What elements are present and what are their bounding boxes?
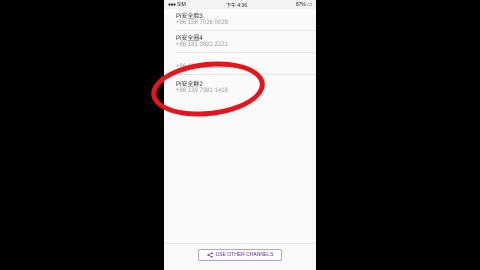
contact-number: +86 158 7026 0029 xyxy=(176,20,228,26)
phone-screen: ●●● SIM 下午 4:36 87% ▭ Pi安全脸3 +86 158 702… xyxy=(164,0,316,270)
status-bar: ●●● SIM 下午 4:36 87% ▭ xyxy=(164,0,316,9)
use-other-channels-button[interactable]: USE OTHER CHANNELS xyxy=(198,249,282,261)
carrier-label: SIM xyxy=(176,2,186,8)
footer-divider xyxy=(164,243,316,244)
contact-number: +86 181 3822 2221 xyxy=(176,42,228,48)
use-other-channels-label: USE OTHER CHANNELS xyxy=(215,252,274,258)
signal-indicator: ●●● SIM xyxy=(168,2,186,8)
status-time: 下午 4:36 xyxy=(226,3,248,9)
battery-percent: 87% xyxy=(295,2,306,8)
signal-icon: ●●● xyxy=(168,2,176,8)
list-divider xyxy=(176,52,316,53)
contact-name: Pi安全脸3 xyxy=(176,14,203,20)
share-icon xyxy=(206,252,213,258)
contact-name: Pi安全圈4 xyxy=(176,36,203,42)
battery-indicator: 87% ▭ xyxy=(295,2,312,8)
list-divider xyxy=(176,30,316,31)
